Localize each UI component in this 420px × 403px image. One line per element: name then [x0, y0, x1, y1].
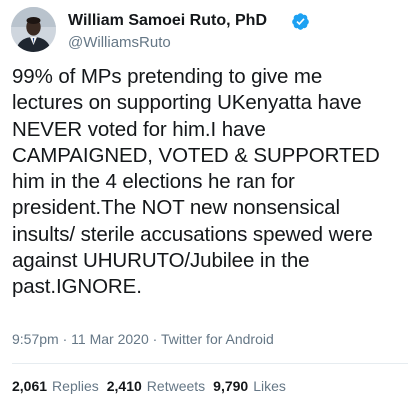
tweet-card: William Samoei Ruto, PhD @WilliamsRuto 9… — [0, 0, 420, 403]
replies-label: Replies — [52, 378, 99, 394]
meta-separator: · — [148, 331, 161, 347]
engagement-stats: 2,061 Replies 2,410 Retweets 9,790 Likes — [12, 378, 286, 394]
display-name[interactable]: William Samoei Ruto, PhD — [68, 12, 267, 30]
tweet-source[interactable]: Twitter for Android — [161, 331, 274, 347]
divider — [12, 363, 408, 364]
meta-separator: · — [58, 331, 72, 347]
retweets-label: Retweets — [146, 378, 206, 394]
replies-stat[interactable]: 2,061 Replies — [12, 378, 99, 394]
verified-badge-icon — [292, 13, 309, 30]
tweet-date[interactable]: 11 Mar 2020 — [71, 331, 149, 347]
retweets-stat[interactable]: 2,410 Retweets — [107, 378, 205, 394]
likes-count: 9,790 — [213, 378, 249, 394]
tweet-text: 99% of MPs pretending to give me lecture… — [12, 65, 380, 299]
username-handle[interactable]: @WilliamsRuto — [68, 34, 171, 51]
replies-count: 2,061 — [12, 378, 48, 394]
likes-label: Likes — [253, 378, 286, 394]
tweet-meta: 9:57pm · 11 Mar 2020 · Twitter for Andro… — [12, 331, 274, 347]
likes-stat[interactable]: 9,790 Likes — [213, 378, 286, 394]
avatar[interactable] — [11, 7, 56, 52]
tweet-time[interactable]: 9:57pm — [12, 331, 59, 347]
retweets-count: 2,410 — [106, 378, 142, 394]
